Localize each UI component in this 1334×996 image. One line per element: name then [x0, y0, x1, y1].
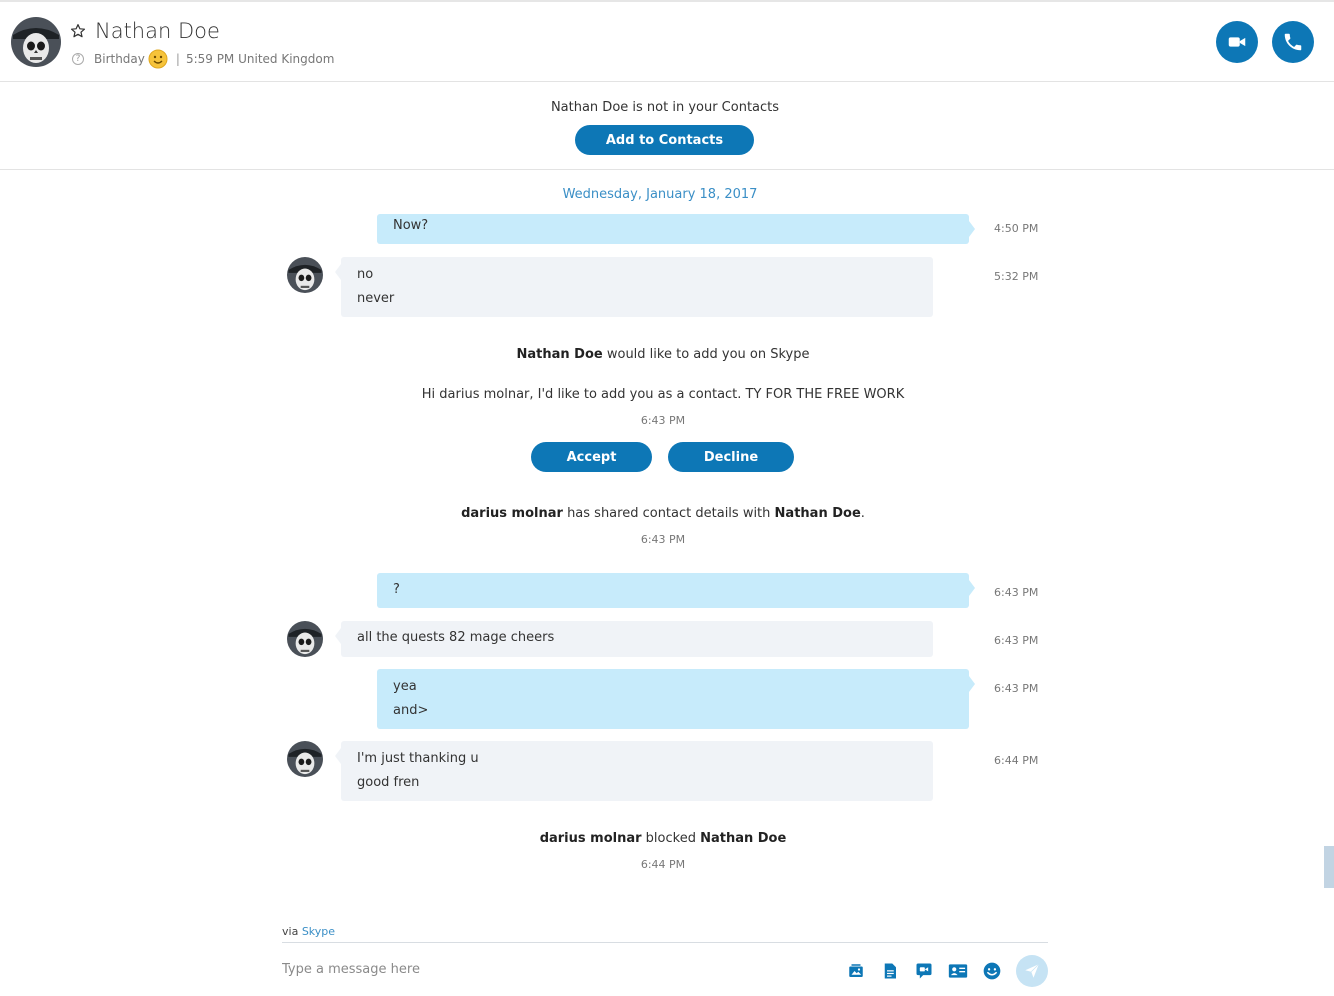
- message-line: Now?: [393, 218, 429, 233]
- message-input[interactable]: [282, 958, 802, 980]
- audio-call-button[interactable]: [1272, 21, 1314, 63]
- status-label: Birthday: [94, 52, 145, 66]
- emoticon-icon: [983, 962, 1001, 980]
- message-bubble-incoming[interactable]: no never: [335, 257, 933, 317]
- shared-time: 6:43 PM: [640, 533, 686, 546]
- sender-avatar[interactable]: [287, 621, 323, 657]
- contact-avatar[interactable]: [11, 17, 61, 67]
- send-contact-button[interactable]: [947, 960, 969, 982]
- message-bubble-outgoing[interactable]: ?: [377, 573, 975, 608]
- help-question-icon[interactable]: ?: [72, 53, 84, 65]
- blocked-time: 6:44 PM: [640, 858, 686, 871]
- video-message-icon: [916, 963, 932, 979]
- media-gallery-button[interactable]: [845, 960, 867, 982]
- shared-actor-name: darius molnar: [461, 506, 563, 521]
- blocked-target-name: Nathan Doe: [700, 831, 787, 846]
- smiley-emoticon-icon: [148, 49, 168, 69]
- sender-avatar[interactable]: [287, 741, 323, 777]
- skype-link[interactable]: Skype: [302, 925, 335, 938]
- blocked-notice: darius molnar blocked Nathan Doe: [0, 831, 1326, 846]
- skull-avatar-image: [287, 621, 323, 657]
- send-icon: [1025, 963, 1040, 978]
- contact-request-notice: Nathan Doe would like to add you on Skyp…: [0, 347, 1326, 362]
- message-bubble-incoming[interactable]: I'm just thanking u good fren: [335, 741, 933, 801]
- request-time: 6:43 PM: [640, 414, 686, 427]
- conversation-header: Nathan Doe ? Birthday | 5:59 PM United K…: [0, 2, 1334, 82]
- message-line: never: [357, 291, 395, 306]
- message-time: 6:43 PM: [994, 634, 1039, 647]
- message-line: and>: [393, 703, 429, 718]
- sender-avatar[interactable]: [287, 257, 323, 293]
- blocked-text: blocked: [645, 831, 696, 846]
- contact-subtitle: ? Birthday | 5:59 PM United Kingdom: [72, 49, 334, 69]
- subtitle-separator: |: [175, 52, 180, 66]
- favorite-star-icon[interactable]: [69, 22, 87, 40]
- date-separator: Wednesday, January 18, 2017: [562, 187, 758, 202]
- local-time: 5:59 PM United Kingdom: [185, 52, 335, 66]
- file-icon: [884, 963, 896, 979]
- video-camera-icon: [1228, 37, 1246, 47]
- send-file-button[interactable]: [879, 960, 901, 982]
- via-text: via: [282, 925, 299, 938]
- media-gallery-icon: [849, 964, 863, 977]
- message-line: ?: [393, 582, 400, 597]
- blocked-actor-name: darius molnar: [539, 831, 642, 846]
- send-message-button[interactable]: [1016, 955, 1048, 987]
- request-text: would like to add you on Skype: [606, 347, 810, 362]
- accept-button[interactable]: Accept: [531, 442, 652, 472]
- request-sender-name: Nathan Doe: [516, 347, 603, 362]
- message-time: 5:32 PM: [994, 270, 1039, 283]
- shared-text: has shared contact details with: [567, 506, 771, 521]
- message-time: 4:50 PM: [994, 222, 1039, 235]
- add-to-contacts-button[interactable]: Add to Contacts: [575, 125, 754, 155]
- shared-target-name: Nathan Doe: [774, 506, 861, 521]
- phone-icon: [1284, 33, 1302, 51]
- contact-name: Nathan Doe: [95, 19, 220, 43]
- message-time: 6:44 PM: [994, 754, 1039, 767]
- skull-avatar-image: [287, 741, 323, 777]
- contact-request-message: Hi darius molnar, I'd like to add you as…: [421, 387, 905, 402]
- compose-divider: [282, 942, 1048, 943]
- skull-avatar-image: [287, 257, 323, 293]
- not-in-contacts-text: Nathan Doe is not in your Contacts: [550, 100, 780, 115]
- video-message-button[interactable]: [913, 960, 935, 982]
- message-line: yea: [393, 679, 417, 694]
- shared-period: .: [860, 506, 865, 521]
- message-bubble-outgoing[interactable]: Now?: [377, 214, 975, 244]
- shared-contact-notice: darius molnar has shared contact details…: [0, 506, 1326, 521]
- message-line: good fren: [357, 775, 420, 790]
- message-time: 6:43 PM: [994, 586, 1039, 599]
- emoticon-button[interactable]: [981, 960, 1003, 982]
- message-bubble-outgoing[interactable]: yea and>: [377, 669, 975, 729]
- scrollbar-thumb[interactable]: [1324, 846, 1334, 888]
- contact-card-icon: [948, 964, 968, 978]
- via-skype-label: via Skype: [282, 925, 335, 938]
- message-line: no: [357, 267, 374, 282]
- message-line: all the quests 82 mage cheers: [357, 630, 555, 645]
- message-bubble-incoming[interactable]: all the quests 82 mage cheers: [335, 621, 933, 657]
- skull-avatar-image: [11, 17, 61, 67]
- message-line: I'm just thanking u: [357, 751, 479, 766]
- message-time: 6:43 PM: [994, 682, 1039, 695]
- decline-button[interactable]: Decline: [668, 442, 794, 472]
- not-in-contacts-banner: Nathan Doe is not in your Contacts Add t…: [0, 83, 1334, 170]
- video-call-button[interactable]: [1216, 21, 1258, 63]
